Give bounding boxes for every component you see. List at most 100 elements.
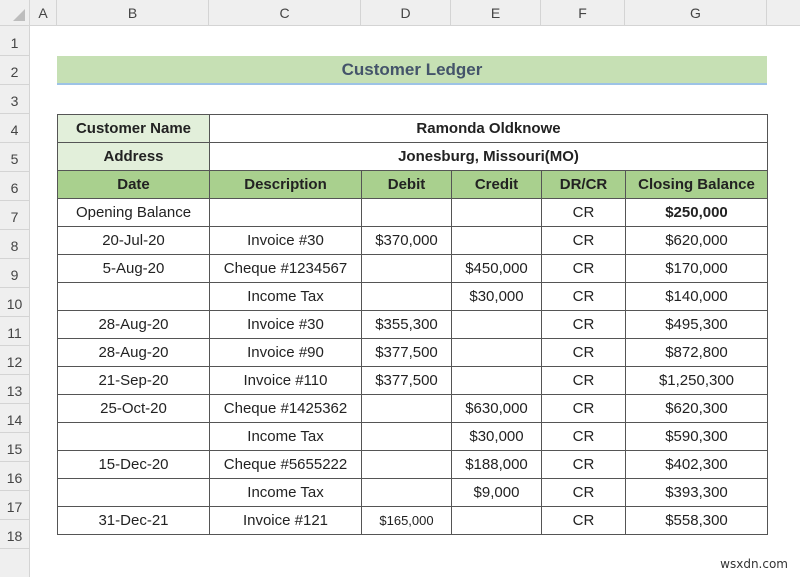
entry-closing-balance[interactable]: $402,300 xyxy=(625,450,768,479)
header-debit[interactable]: Debit xyxy=(361,170,452,199)
row-header-6[interactable]: 6 xyxy=(0,172,30,201)
entry-closing-balance[interactable]: $1,250,300 xyxy=(625,366,768,395)
entry-description[interactable]: Income Tax xyxy=(209,478,362,507)
entry-credit[interactable]: $30,000 xyxy=(451,282,542,311)
row-header-12[interactable]: 12 xyxy=(0,346,30,375)
entry-description[interactable]: Cheque #5655222 xyxy=(209,450,362,479)
row-header-14[interactable]: 14 xyxy=(0,404,30,433)
entry-date[interactable]: 21-Sep-20 xyxy=(57,366,210,395)
column-header-e[interactable]: E xyxy=(451,0,541,26)
entry-debit[interactable]: $377,500 xyxy=(361,338,452,367)
row-header-1[interactable]: 1 xyxy=(0,26,30,56)
column-header-h[interactable] xyxy=(767,0,800,26)
entry-description[interactable]: Invoice #90 xyxy=(209,338,362,367)
entry-description[interactable]: Invoice #121 xyxy=(209,506,362,535)
row-header-5[interactable]: 5 xyxy=(0,143,30,172)
entry-closing-balance[interactable]: $620,300 xyxy=(625,394,768,423)
entry-credit[interactable]: $9,000 xyxy=(451,478,542,507)
entry-credit[interactable] xyxy=(451,226,542,255)
entry-date[interactable] xyxy=(57,478,210,507)
entry-closing-balance[interactable]: $393,300 xyxy=(625,478,768,507)
entry-closing-balance[interactable]: $590,300 xyxy=(625,422,768,451)
entry-description[interactable]: Cheque #1234567 xyxy=(209,254,362,283)
entry-debit[interactable] xyxy=(361,478,452,507)
entry-drcr[interactable]: CR xyxy=(541,198,626,227)
row-header-8[interactable]: 8 xyxy=(0,230,30,259)
ledger-title[interactable]: Customer Ledger xyxy=(57,56,767,85)
entry-credit[interactable]: $450,000 xyxy=(451,254,542,283)
entry-debit[interactable] xyxy=(361,254,452,283)
entry-drcr[interactable]: CR xyxy=(541,338,626,367)
entry-debit[interactable]: $377,500 xyxy=(361,366,452,395)
row-header-4[interactable]: 4 xyxy=(0,114,30,143)
entry-credit[interactable] xyxy=(451,366,542,395)
entry-date[interactable]: 20-Jul-20 xyxy=(57,226,210,255)
entry-debit[interactable] xyxy=(361,450,452,479)
entry-description[interactable]: Income Tax xyxy=(209,422,362,451)
entry-description[interactable]: Invoice #30 xyxy=(209,226,362,255)
entry-date[interactable] xyxy=(57,422,210,451)
entry-debit[interactable]: $370,000 xyxy=(361,226,452,255)
entry-date[interactable]: 15-Dec-20 xyxy=(57,450,210,479)
entry-drcr[interactable]: CR xyxy=(541,226,626,255)
entry-description[interactable]: Income Tax xyxy=(209,282,362,311)
entry-date[interactable]: 28-Aug-20 xyxy=(57,338,210,367)
entry-description[interactable]: Invoice #110 xyxy=(209,366,362,395)
entry-date[interactable]: 25-Oct-20 xyxy=(57,394,210,423)
entry-debit[interactable] xyxy=(361,422,452,451)
customer-name-label[interactable]: Customer Name xyxy=(57,114,210,143)
entry-debit[interactable] xyxy=(361,198,452,227)
column-header-d[interactable]: D xyxy=(361,0,451,26)
entry-closing-balance[interactable]: $620,000 xyxy=(625,226,768,255)
row-header-17[interactable]: 17 xyxy=(0,491,30,520)
entry-closing-balance[interactable]: $250,000 xyxy=(625,198,768,227)
header-closing-balance[interactable]: Closing Balance xyxy=(625,170,768,199)
entry-description[interactable] xyxy=(209,198,362,227)
header-credit[interactable]: Credit xyxy=(451,170,542,199)
select-all-corner[interactable] xyxy=(0,0,30,26)
column-header-f[interactable]: F xyxy=(541,0,625,26)
row-header-10[interactable]: 10 xyxy=(0,288,30,317)
entry-drcr[interactable]: CR xyxy=(541,422,626,451)
row-header-13[interactable]: 13 xyxy=(0,375,30,404)
entry-drcr[interactable]: CR xyxy=(541,254,626,283)
row-header-9[interactable]: 9 xyxy=(0,259,30,288)
entry-closing-balance[interactable]: $558,300 xyxy=(625,506,768,535)
column-header-c[interactable]: C xyxy=(209,0,361,26)
row-header-7[interactable]: 7 xyxy=(0,201,30,230)
entry-credit[interactable]: $630,000 xyxy=(451,394,542,423)
row-header-11[interactable]: 11 xyxy=(0,317,30,346)
row-header-2[interactable]: 2 xyxy=(0,56,30,85)
entry-drcr[interactable]: CR xyxy=(541,450,626,479)
address-label[interactable]: Address xyxy=(57,142,210,171)
entry-drcr[interactable]: CR xyxy=(541,366,626,395)
entry-drcr[interactable]: CR xyxy=(541,506,626,535)
entry-date[interactable]: 31-Dec-21 xyxy=(57,506,210,535)
column-header-a[interactable]: A xyxy=(30,0,57,26)
header-description[interactable]: Description xyxy=(209,170,362,199)
entry-closing-balance[interactable]: $872,800 xyxy=(625,338,768,367)
entry-debit[interactable]: $355,300 xyxy=(361,310,452,339)
entry-credit[interactable] xyxy=(451,198,542,227)
entry-drcr[interactable]: CR xyxy=(541,282,626,311)
entry-debit[interactable] xyxy=(361,282,452,311)
entry-date[interactable]: 28-Aug-20 xyxy=(57,310,210,339)
customer-name-value[interactable]: Ramonda Oldknowe xyxy=(209,114,768,143)
entry-drcr[interactable]: CR xyxy=(541,478,626,507)
column-header-g[interactable]: G xyxy=(625,0,767,26)
entry-drcr[interactable]: CR xyxy=(541,394,626,423)
entry-closing-balance[interactable]: $495,300 xyxy=(625,310,768,339)
entry-credit[interactable] xyxy=(451,338,542,367)
entry-debit[interactable] xyxy=(361,394,452,423)
entry-credit[interactable] xyxy=(451,506,542,535)
row-header-15[interactable]: 15 xyxy=(0,433,30,462)
entry-credit[interactable] xyxy=(451,310,542,339)
entry-closing-balance[interactable]: $140,000 xyxy=(625,282,768,311)
entry-description[interactable]: Cheque #1425362 xyxy=(209,394,362,423)
row-header-16[interactable]: 16 xyxy=(0,462,30,491)
entry-closing-balance[interactable]: $170,000 xyxy=(625,254,768,283)
entry-description[interactable]: Invoice #30 xyxy=(209,310,362,339)
entry-date[interactable]: Opening Balance xyxy=(57,198,210,227)
header-drcr[interactable]: DR/CR xyxy=(541,170,626,199)
column-header-b[interactable]: B xyxy=(57,0,209,26)
